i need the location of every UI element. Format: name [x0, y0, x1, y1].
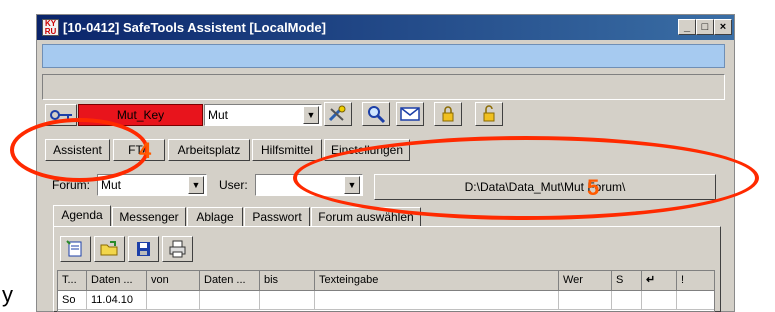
user-select-value: Mut	[208, 108, 229, 122]
new-entry-icon[interactable]	[60, 236, 91, 262]
table-cell[interactable]: So	[58, 291, 87, 310]
app-logo-icon: KY RU	[42, 19, 59, 36]
annotation-marker-4: 4	[139, 138, 152, 163]
table-cell[interactable]	[642, 291, 677, 310]
tab-agenda[interactable]: Agenda	[53, 205, 111, 227]
close-button[interactable]: ×	[714, 19, 732, 35]
annotation-oval-assistent	[10, 118, 149, 182]
annotation-oval-path	[293, 136, 759, 220]
tab-messenger[interactable]: Messenger	[112, 207, 186, 227]
nav-arbeitsplatz-button[interactable]: Arbeitsplatz	[168, 139, 250, 161]
column-header[interactable]: Daten ...	[87, 271, 147, 291]
window-title: [10-0412] SafeTools Assistent [LocalMode…	[63, 20, 326, 35]
open-folder-icon[interactable]	[94, 236, 125, 262]
column-header[interactable]: Texteingabe	[315, 271, 559, 291]
edge-fragment-text: y	[2, 282, 13, 307]
tab-ablage[interactable]: Ablage	[187, 207, 243, 227]
forum-select-value: Mut	[101, 178, 122, 192]
table-cell[interactable]	[612, 291, 642, 310]
magnifier-icon[interactable]	[362, 102, 390, 126]
column-header[interactable]: T...	[58, 271, 87, 291]
table-cell[interactable]	[677, 291, 714, 310]
chevron-down-icon[interactable]: ▼	[303, 106, 319, 124]
info-bar	[42, 44, 725, 68]
status-bar	[42, 74, 725, 100]
column-header[interactable]: ↵	[642, 271, 677, 291]
print-icon[interactable]	[162, 236, 193, 262]
column-header[interactable]: Daten ...	[200, 271, 260, 291]
chevron-down-icon[interactable]: ▼	[188, 176, 204, 194]
column-header[interactable]: S	[612, 271, 642, 291]
lock-icon[interactable]	[434, 102, 462, 126]
column-header[interactable]: Wer	[559, 271, 612, 291]
column-header[interactable]: !	[677, 271, 714, 291]
tools-icon[interactable]	[324, 102, 352, 126]
column-header[interactable]: bis	[260, 271, 315, 291]
envelope-icon[interactable]	[396, 102, 424, 126]
table-cell[interactable]	[147, 291, 200, 310]
save-disk-icon[interactable]	[128, 236, 159, 262]
table-cell[interactable]: 11.04.10	[87, 291, 147, 310]
table-cell[interactable]	[559, 291, 612, 310]
maximize-button[interactable]: □	[696, 19, 714, 35]
user-select[interactable]: Mut ▼	[204, 104, 322, 126]
padlock-icon[interactable]	[475, 102, 503, 126]
table-cell[interactable]	[200, 291, 260, 310]
column-header[interactable]: von	[147, 271, 200, 291]
nav-hilfsmittel-button[interactable]: Hilfsmittel	[252, 139, 322, 161]
table-cell[interactable]	[260, 291, 315, 310]
minimize-button[interactable]: _	[678, 19, 696, 35]
agenda-table[interactable]: T... Daten ... von Daten ... bis Textein…	[57, 270, 715, 312]
tab-passwort[interactable]: Passwort	[244, 207, 310, 227]
title-bar[interactable]: KY RU [10-0412] SafeTools Assistent [Loca…	[37, 15, 734, 40]
table-cell[interactable]	[315, 291, 559, 310]
annotation-marker-5: 5	[587, 175, 600, 200]
user-label: User:	[219, 178, 248, 192]
